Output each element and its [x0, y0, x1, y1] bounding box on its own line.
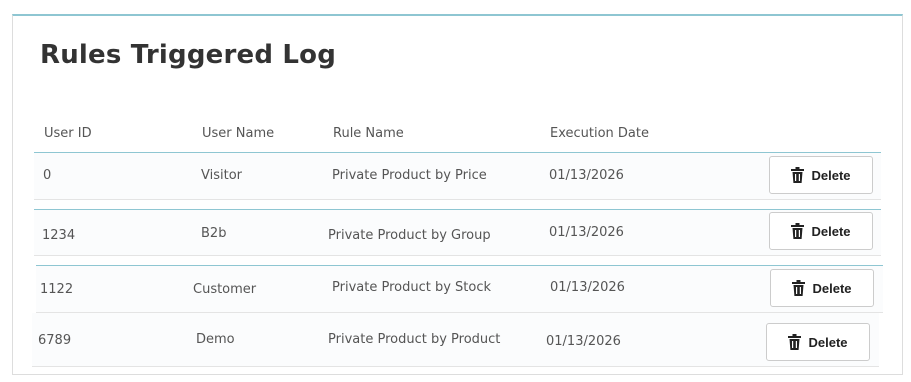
delete-button-label: Delete: [811, 167, 851, 183]
cell-rule-name: Private Product by Product: [328, 332, 501, 347]
table-row: 1122 Customer Private Product by Stock 0…: [36, 265, 883, 313]
row-divider: [32, 366, 879, 367]
delete-button[interactable]: Delete: [770, 269, 874, 307]
cell-user-name: Demo: [196, 332, 235, 347]
delete-button-label: Delete: [808, 334, 848, 350]
trash-icon: [791, 223, 805, 239]
row-divider: [34, 209, 881, 210]
row-divider: [34, 255, 881, 256]
delete-button-label: Delete: [811, 223, 851, 239]
cell-user-id: 1234: [42, 228, 76, 243]
cell-execution-date: 01/13/2026: [549, 168, 624, 183]
cell-user-id: 0: [43, 168, 52, 183]
header-rule-name: Rule Name: [333, 126, 404, 141]
cell-user-id: 6789: [38, 333, 72, 348]
cell-user-id: 1122: [40, 282, 74, 297]
trash-icon: [791, 167, 805, 183]
cell-rule-name: Private Product by Group: [328, 228, 491, 243]
cell-execution-date: 01/13/2026: [550, 280, 625, 295]
table-row: 6789 Demo Private Product by Product 01/…: [32, 313, 879, 367]
trash-icon: [792, 280, 806, 296]
delete-button[interactable]: Delete: [769, 156, 873, 194]
header-user-id: User ID: [44, 126, 92, 141]
cell-execution-date: 01/13/2026: [549, 225, 624, 240]
delete-button-label: Delete: [812, 280, 852, 296]
cell-user-name: B2b: [201, 226, 227, 241]
header-user-name: User Name: [202, 126, 275, 141]
trash-icon: [788, 334, 802, 350]
row-divider: [34, 199, 881, 200]
cell-execution-date: 01/13/2026: [546, 334, 621, 349]
cell-rule-name: Private Product by Stock: [332, 280, 492, 295]
header-execution-date: Execution Date: [550, 126, 649, 141]
cell-rule-name: Private Product by Price: [332, 168, 487, 183]
row-divider: [36, 265, 883, 266]
cell-user-name: Visitor: [201, 168, 242, 183]
table-row: 1234 B2b Private Product by Group 01/13/…: [34, 209, 881, 256]
table-row: 0 Visitor Private Product by Price 01/13…: [34, 153, 881, 200]
cell-user-name: Customer: [193, 282, 257, 297]
delete-button[interactable]: Delete: [769, 212, 873, 250]
page-title: Rules Triggered Log: [40, 40, 337, 70]
delete-button[interactable]: Delete: [766, 323, 870, 361]
